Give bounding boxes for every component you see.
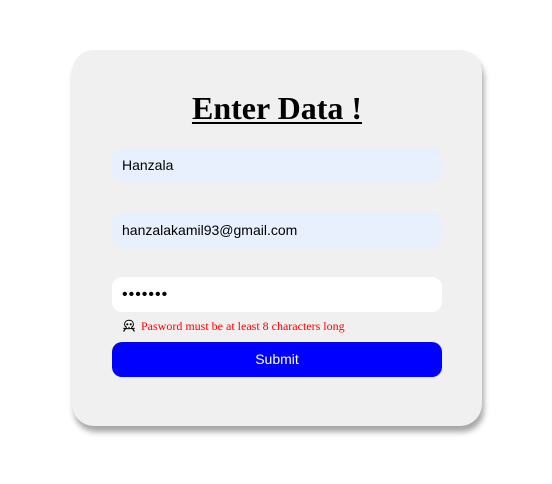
data-entry-card: Enter Data ! Pasword must be at least 8 …	[72, 50, 482, 426]
skull-crossbones-icon	[122, 319, 136, 333]
submit-button[interactable]: Submit	[112, 342, 442, 377]
email-input[interactable]	[112, 212, 442, 247]
page: Enter Data ! Pasword must be at least 8 …	[0, 0, 552, 484]
form-title: Enter Data !	[191, 90, 363, 126]
password-input[interactable]	[112, 277, 442, 312]
password-error-message: Pasword must be at least 8 characters lo…	[141, 318, 345, 333]
name-input[interactable]	[112, 147, 442, 182]
password-error: Pasword must be at least 8 characters lo…	[122, 318, 345, 334]
